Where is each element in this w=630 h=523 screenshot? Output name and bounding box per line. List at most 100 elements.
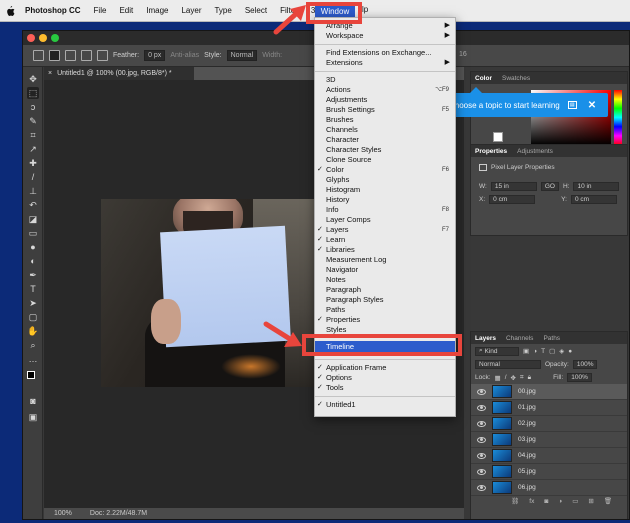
lock-pixels-icon[interactable]: ▦ <box>495 374 501 382</box>
layer-row[interactable]: 03.jpg <box>471 432 627 448</box>
menu-image[interactable]: Image <box>146 6 168 15</box>
visibility-eye-icon[interactable] <box>477 404 486 411</box>
document-tab[interactable]: × Untitled1 @ 100% (00.jpg, RGB/8*) * <box>44 67 194 80</box>
close-icon[interactable]: ✕ <box>588 100 596 111</box>
layer-row[interactable]: 04.jpg <box>471 448 627 464</box>
tab-paths[interactable]: Paths <box>543 335 560 342</box>
zoom-button[interactable] <box>51 34 59 42</box>
menu-item-measurement-log[interactable]: Measurement Log <box>315 255 455 265</box>
menu-help[interactable]: lp <box>362 5 368 14</box>
new-group-icon[interactable]: ▭ <box>572 497 578 505</box>
menu-item-color[interactable]: ✓ Color F6 <box>315 165 455 175</box>
path-select-tool-icon[interactable]: ➤ <box>27 297 39 309</box>
filter-pixel-icon[interactable]: ▣ <box>523 347 529 355</box>
layer-style-icon[interactable]: fx <box>529 498 534 505</box>
y-input[interactable]: 0 cm <box>570 195 617 204</box>
current-color-swatch[interactable] <box>493 132 503 142</box>
menu-item-find-extensions-on-exchange[interactable]: Find Extensions on Exchange... <box>315 48 455 58</box>
gradient-tool-icon[interactable]: ▭ <box>27 227 39 239</box>
menu-item-history[interactable]: History <box>315 195 455 205</box>
close-tab-icon[interactable]: × <box>48 70 52 77</box>
doc-size[interactable]: Doc: 2.22M/48.7M <box>90 510 147 517</box>
layer-row[interactable]: 00.jpg <box>471 384 627 400</box>
stamp-tool-icon[interactable]: ⊥ <box>27 185 39 197</box>
menu-item-clone-source[interactable]: Clone Source <box>315 155 455 165</box>
brush-tool-icon[interactable]: / <box>27 171 39 183</box>
hand-tool-icon[interactable]: ✋ <box>27 325 39 337</box>
subtract-selection-icon[interactable] <box>81 50 92 61</box>
antialias-checkbox[interactable]: Anti-alias <box>170 52 199 59</box>
filter-type-icon[interactable]: T <box>541 348 545 355</box>
menu-select[interactable]: Select <box>245 6 267 15</box>
tab-layers[interactable]: Layers <box>475 335 496 342</box>
tab-properties[interactable]: Properties <box>475 148 507 155</box>
new-layer-icon[interactable]: ⊞ <box>588 497 593 505</box>
menu-item-character[interactable]: Character <box>315 135 455 145</box>
menu-item-libraries[interactable]: ✓ Libraries <box>315 245 455 255</box>
fill-input[interactable]: 100% <box>567 373 592 382</box>
menu-item-layer-comps[interactable]: Layer Comps <box>315 215 455 225</box>
filter-shape-icon[interactable]: ▢ <box>549 347 555 355</box>
tab-channels[interactable]: Channels <box>506 335 533 342</box>
layer-row[interactable]: 05.jpg <box>471 464 627 480</box>
menu-item-learn[interactable]: ✓ Learn <box>315 235 455 245</box>
menu-file[interactable]: File <box>94 6 107 15</box>
width-input[interactable]: 15 in <box>490 182 537 191</box>
menu-item-tools[interactable]: ✓ Tools <box>315 383 455 393</box>
layer-row[interactable]: 01.jpg <box>471 400 627 416</box>
menu-item-properties[interactable]: ✓ Properties <box>315 315 455 325</box>
eraser-tool-icon[interactable]: ◪ <box>27 213 39 225</box>
menu-item-paths[interactable]: Paths <box>315 305 455 315</box>
more-tools-icon[interactable]: … <box>27 353 39 365</box>
lock-artboard-icon[interactable]: ⌗ <box>520 374 524 382</box>
filter-toggle-icon[interactable]: ● <box>568 348 572 355</box>
quick-mask-icon[interactable]: ◙ <box>27 395 39 407</box>
pen-tool-icon[interactable]: ✒ <box>27 269 39 281</box>
feather-input[interactable]: 0 px <box>144 50 166 61</box>
dodge-tool-icon[interactable]: ◐ <box>27 255 39 267</box>
menu-item-character-styles[interactable]: Character Styles <box>315 145 455 155</box>
new-selection-icon[interactable] <box>49 50 60 61</box>
screen-mode-icon[interactable]: ▣ <box>27 411 39 423</box>
menu-item-brushes[interactable]: Brushes <box>315 115 455 125</box>
lock-position-icon[interactable]: ✥ <box>511 374 516 382</box>
learn-tooltip[interactable]: Choose a topic to start learning ▤ ✕ <box>440 87 608 117</box>
lock-all-icon[interactable]: 🔒︎ <box>528 374 531 382</box>
menu-type[interactable]: Type <box>214 6 231 15</box>
tab-color[interactable]: Color <box>475 75 492 82</box>
adjustment-layer-icon[interactable]: ◑ <box>558 498 562 505</box>
crop-tool-icon[interactable]: ⌗ <box>27 129 39 141</box>
menu-item-extensions[interactable]: Extensions ▶ <box>315 58 455 68</box>
type-tool-icon[interactable]: T <box>27 283 39 295</box>
visibility-eye-icon[interactable] <box>477 468 486 475</box>
history-brush-tool-icon[interactable]: ↶ <box>27 199 39 211</box>
menu-item-histogram[interactable]: Histogram <box>315 185 455 195</box>
visibility-eye-icon[interactable] <box>477 452 486 459</box>
menu-item-application-frame[interactable]: ✓ Application Frame <box>315 363 455 373</box>
menu-item-options[interactable]: ✓ Options <box>315 373 455 383</box>
blur-tool-icon[interactable]: ● <box>27 241 39 253</box>
menu-item-paragraph-styles[interactable]: Paragraph Styles <box>315 295 455 305</box>
tab-swatches[interactable]: Swatches <box>502 75 530 82</box>
menu-item-paragraph[interactable]: Paragraph <box>315 285 455 295</box>
menu-item-3d[interactable]: 3D <box>315 75 455 85</box>
link-layers-icon[interactable]: ⛓ <box>511 497 519 505</box>
add-mask-icon[interactable]: ◙ <box>544 498 548 505</box>
filter-adjust-icon[interactable]: ◑ <box>533 348 537 355</box>
apple-icon[interactable] <box>6 5 15 16</box>
style-select[interactable]: Normal <box>226 50 258 61</box>
menu-edit[interactable]: Edit <box>119 6 133 15</box>
marquee-tool-icon[interactable]: ⬚ <box>27 87 39 99</box>
layer-kind-filter[interactable]: ⌕ Kind <box>475 346 519 356</box>
menu-layer[interactable]: Layer <box>181 6 201 15</box>
hue-slider[interactable] <box>614 90 622 145</box>
visibility-eye-icon[interactable] <box>477 420 486 427</box>
visibility-eye-icon[interactable] <box>477 388 486 395</box>
blend-mode-select[interactable]: Normal <box>475 360 541 369</box>
menu-item-untitled1[interactable]: ✓ Untitled1 <box>315 400 455 410</box>
add-selection-icon[interactable] <box>65 50 76 61</box>
menu-item-channels[interactable]: Channels <box>315 125 455 135</box>
shape-tool-icon[interactable]: ▢ <box>27 311 39 323</box>
menu-item-navigator[interactable]: Navigator <box>315 265 455 275</box>
menu-item-brush-settings[interactable]: Brush Settings F5 <box>315 105 455 115</box>
